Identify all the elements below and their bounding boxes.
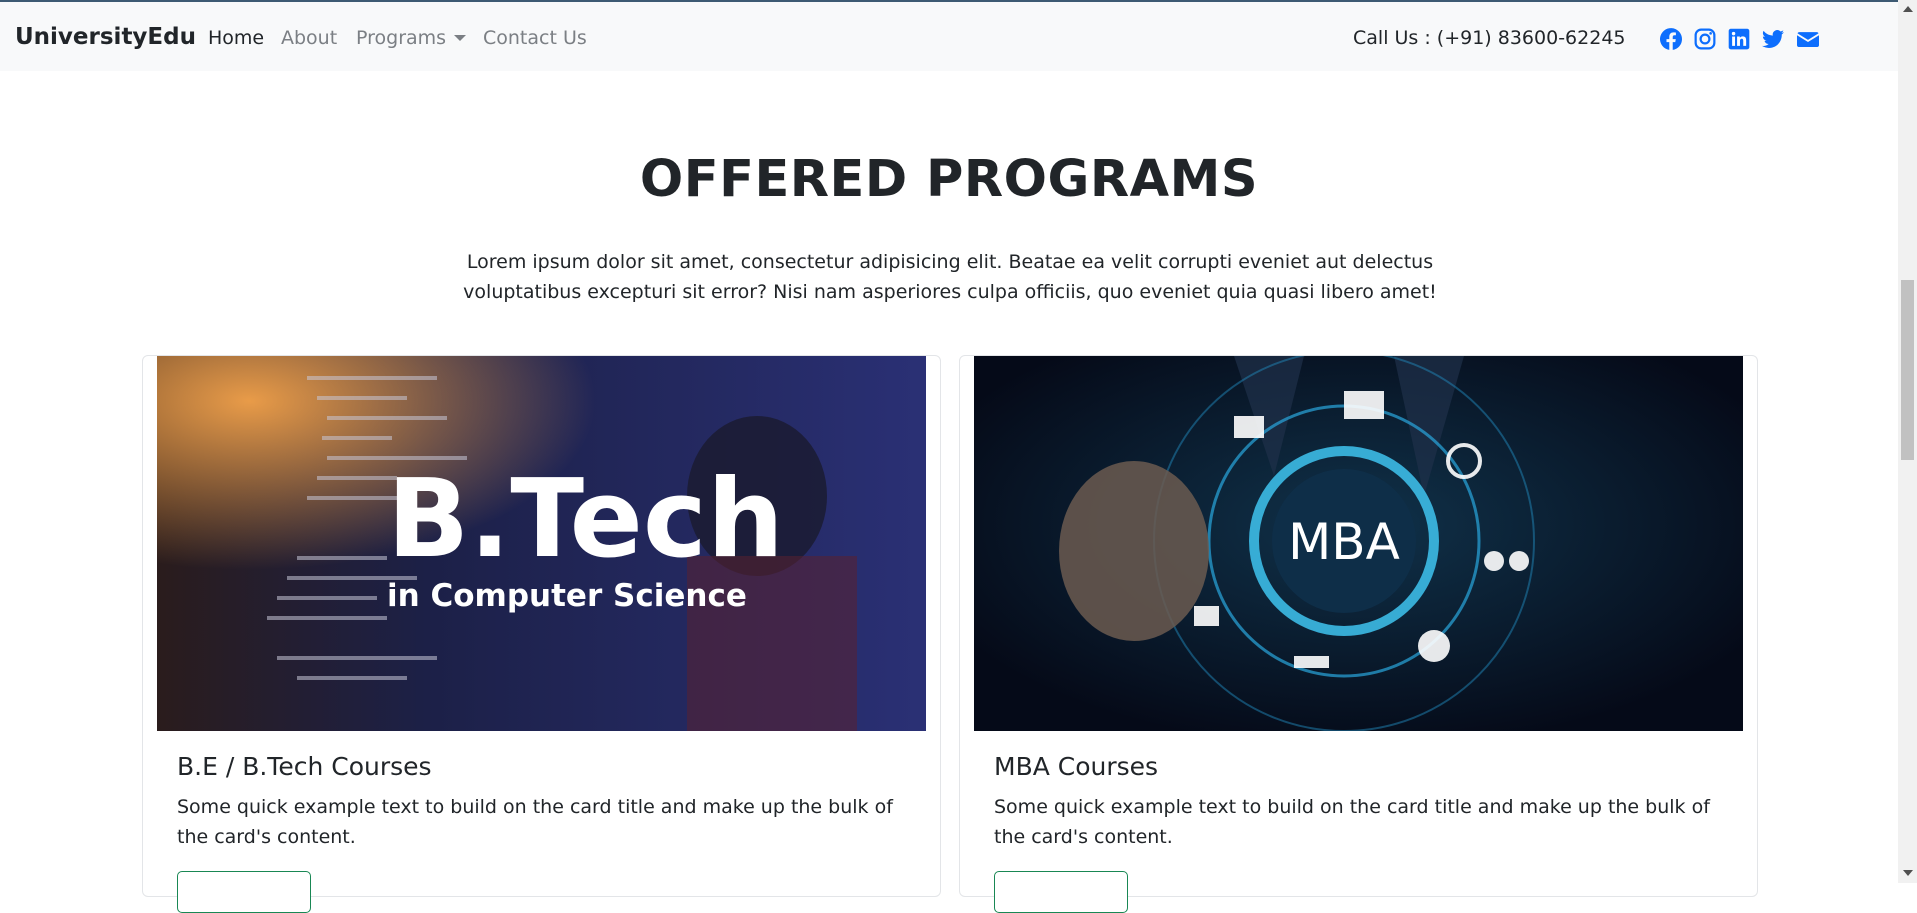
brand-logo[interactable]: UniversityEdu xyxy=(15,24,196,50)
program-card-btech: B.Tech in Computer Science B.E / B.Tech … xyxy=(142,355,941,913)
program-card-mba: MBA MBA Courses Some quick example text … xyxy=(959,355,1758,913)
phone-number: Call Us : (+91) 83600-62245 xyxy=(1353,27,1626,49)
nav-contact-link[interactable]: Contact Us xyxy=(483,27,587,49)
instagram-icon[interactable] xyxy=(1694,28,1716,50)
btech-image-title: B.Tech xyxy=(387,457,784,582)
nav-home-link[interactable]: Home xyxy=(208,27,264,49)
chevron-down-icon xyxy=(454,35,467,41)
envelope-icon[interactable] xyxy=(1797,28,1819,50)
mba-image-title: MBA xyxy=(1288,513,1400,571)
scroll-up-icon[interactable] xyxy=(1903,6,1913,12)
mba-card-image: MBA xyxy=(974,356,1743,731)
mba-card-button[interactable] xyxy=(994,871,1128,913)
mba-card-text: Some quick example text to build on the … xyxy=(994,796,1710,848)
nav-about-link[interactable]: About xyxy=(281,27,337,49)
nav-programs-label: Programs xyxy=(356,27,447,49)
scroll-down-icon[interactable] xyxy=(1903,870,1913,876)
scrollbar-thumb[interactable] xyxy=(1901,280,1914,460)
navbar: UniversityEdu Home About Programs Contac… xyxy=(0,2,1898,71)
twitter-icon[interactable] xyxy=(1762,28,1784,50)
facebook-icon[interactable] xyxy=(1660,28,1682,50)
section-description: Lorem ipsum dolor sit amet, consectetur … xyxy=(463,251,1437,303)
nav-programs-dropdown[interactable]: Programs xyxy=(356,27,467,49)
btech-card-image: B.Tech in Computer Science xyxy=(157,356,926,731)
mba-card-title: MBA Courses xyxy=(994,752,1159,781)
btech-card-button[interactable] xyxy=(177,871,311,913)
linkedin-icon[interactable] xyxy=(1728,28,1750,50)
btech-image-subtitle: in Computer Science xyxy=(387,578,747,614)
section-title: OFFERED PROGRAMS xyxy=(639,150,1259,209)
btech-card-title: B.E / B.Tech Courses xyxy=(177,752,432,781)
btech-card-text: Some quick example text to build on the … xyxy=(177,796,893,848)
